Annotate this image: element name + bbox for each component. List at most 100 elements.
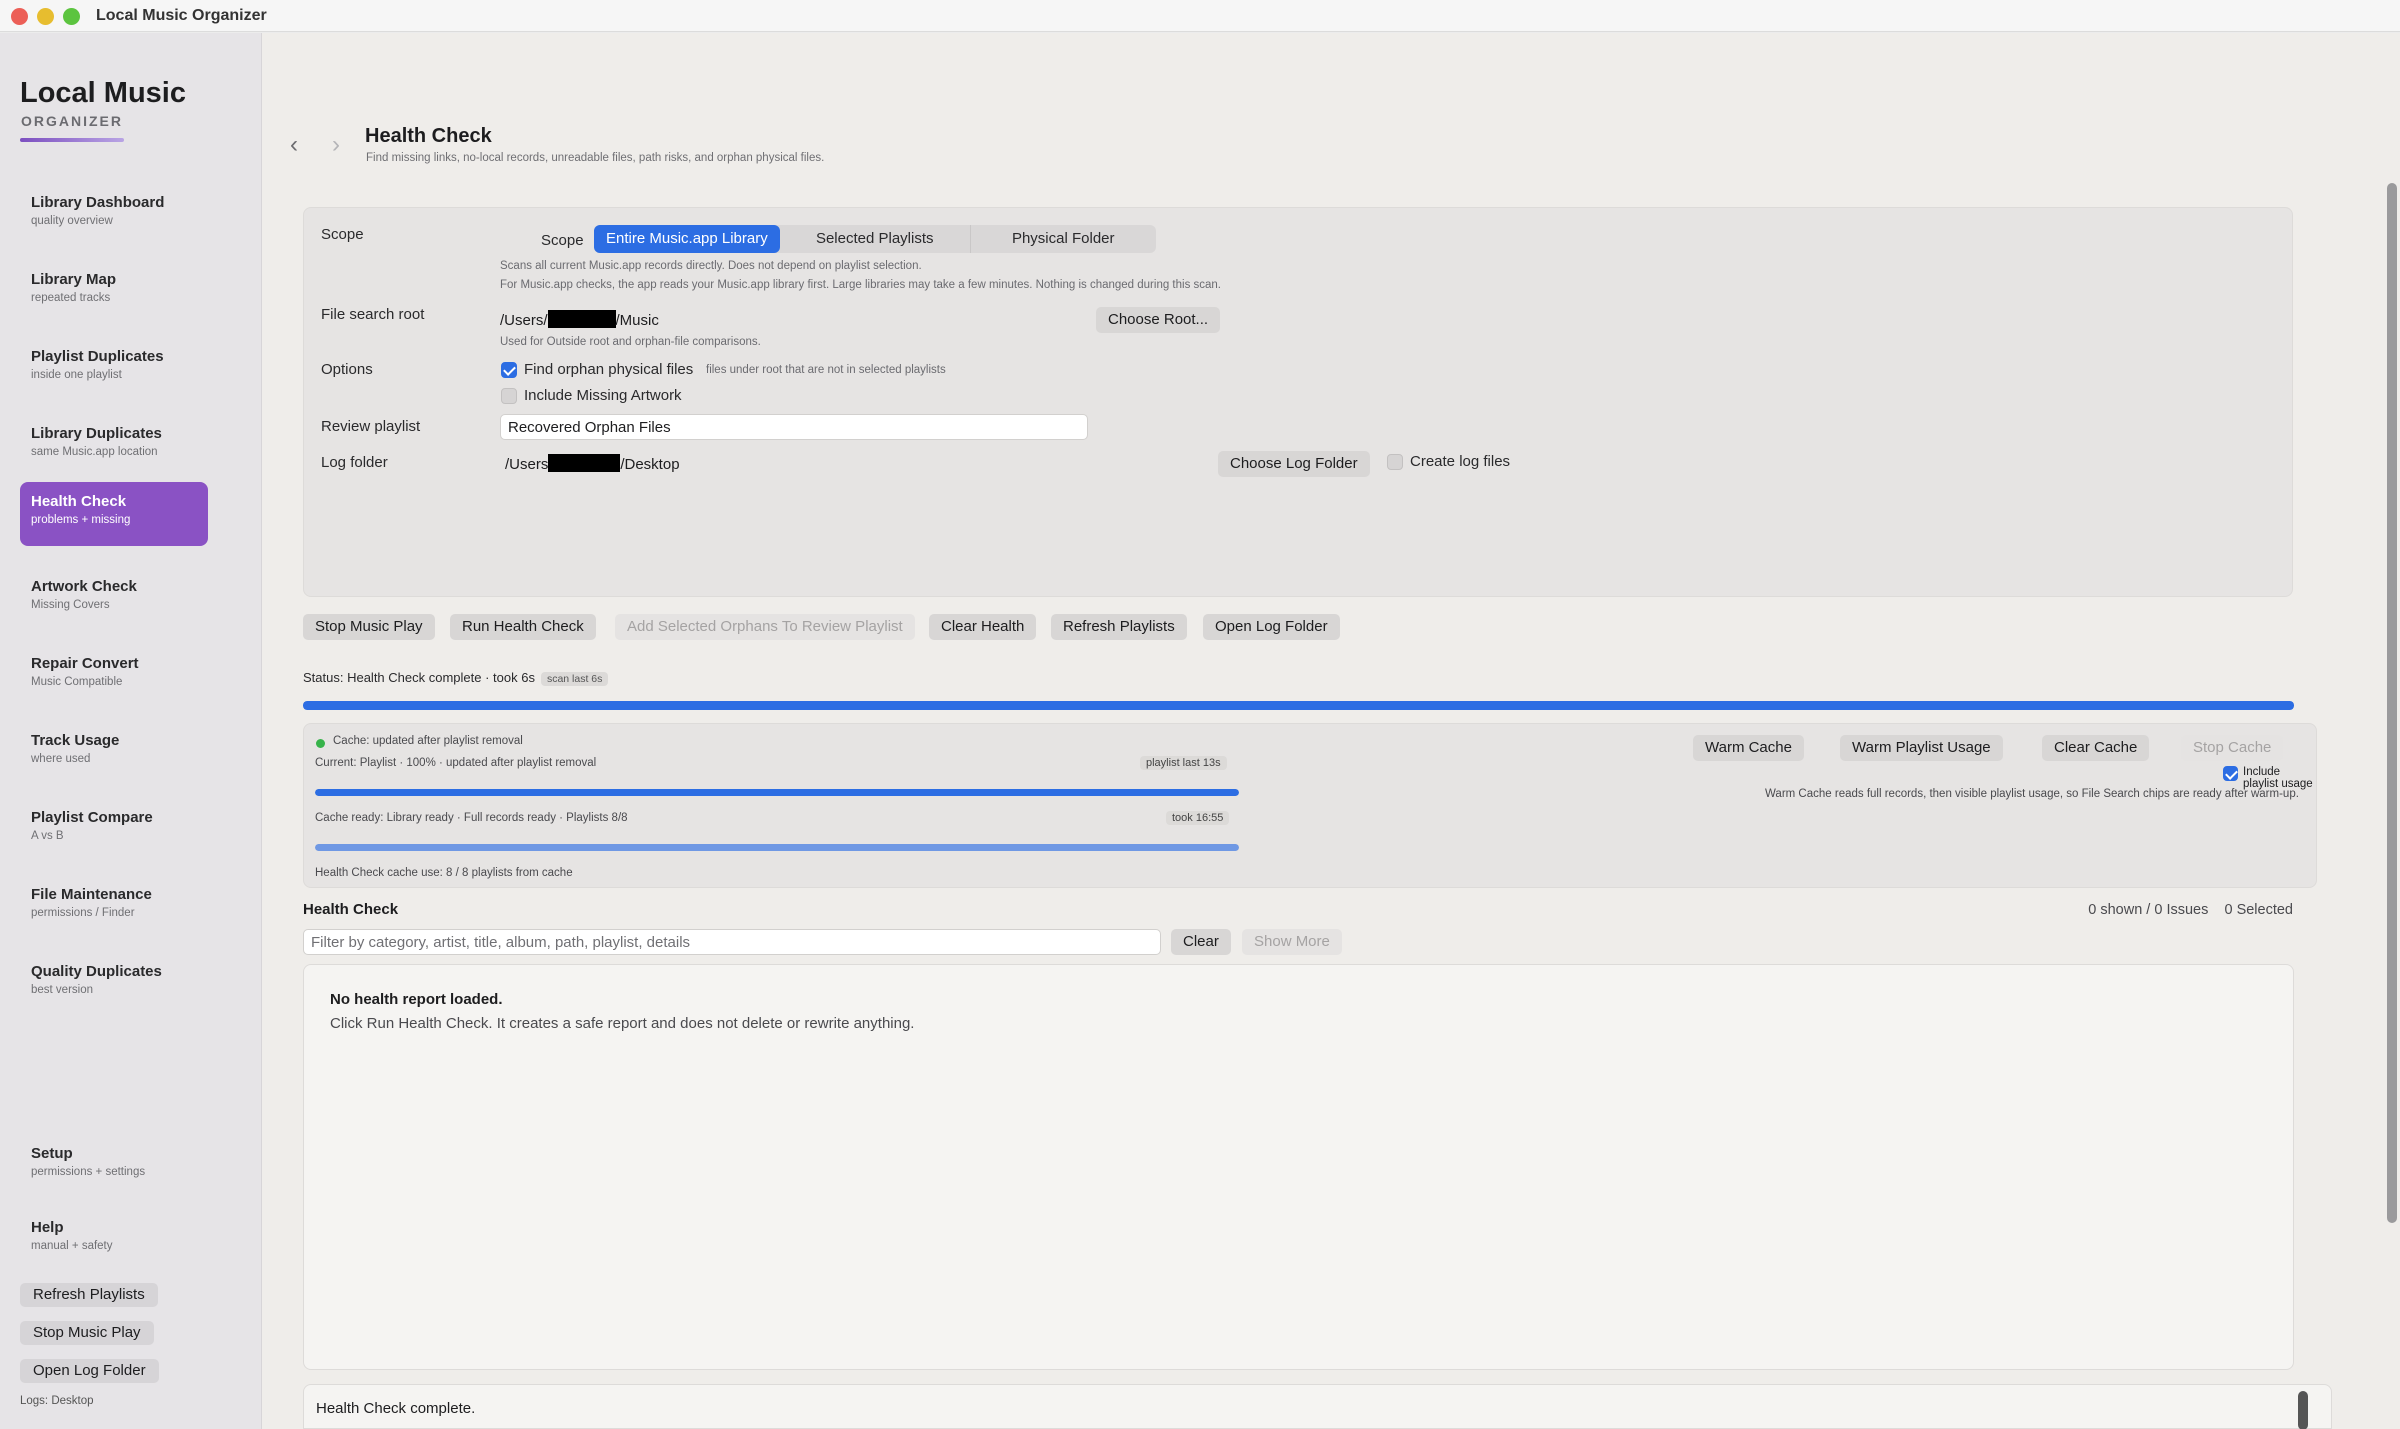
sidebar-item-label: Library Duplicates	[31, 425, 162, 442]
zoom-window-button[interactable]	[63, 8, 80, 25]
results-filter-input[interactable]	[303, 929, 1161, 955]
create-log-files-checkbox[interactable]	[1387, 454, 1403, 470]
sidebar-item-label: Playlist Duplicates	[31, 348, 164, 365]
find-orphans-checkbox[interactable]	[501, 362, 517, 378]
sidebar-item-subtitle: problems + missing	[31, 514, 131, 526]
choose-log-folder-button[interactable]: Choose Log Folder	[1218, 451, 1370, 477]
cache-status-dot	[316, 739, 325, 748]
sidebar-item-quality-duplicates[interactable]: Quality Duplicates best version	[20, 952, 208, 1016]
stop-music-play-button[interactable]: Stop Music Play	[303, 614, 435, 640]
results-counts: 0 shown / 0 Issues 0 Selected	[2088, 902, 2293, 918]
run-health-check-button[interactable]: Run Health Check	[450, 614, 596, 640]
warm-cache-button[interactable]: Warm Cache	[1693, 735, 1804, 761]
title-bar: Local Music Organizer	[0, 0, 2400, 32]
sidebar-item-playlist-compare[interactable]: Playlist Compare A vs B	[20, 798, 208, 862]
scope-help-line-2: For Music.app checks, the app reads your…	[500, 279, 1222, 291]
page-title: Health Check	[365, 125, 492, 147]
scope-help-line-1: Scans all current Music.app records dire…	[500, 260, 922, 272]
cache-ready-progress-fill	[315, 844, 1239, 851]
sidebar-item-subtitle: inside one playlist	[31, 369, 122, 381]
sidebar-item-subtitle: where used	[31, 753, 91, 765]
log-output-area[interactable]: Health Check complete.	[303, 1384, 2332, 1429]
sidebar-item-subtitle: best version	[31, 984, 94, 996]
sidebar: Local Music ORGANIZER Library Dashboard …	[0, 33, 262, 1429]
sidebar-item-label: Setup	[31, 1145, 73, 1162]
warm-cache-note: Warm Cache reads full records, then visi…	[1765, 788, 2299, 800]
cache-ready-progress-bar	[315, 844, 1239, 851]
add-orphans-to-review-button[interactable]: Add Selected Orphans To Review Playlist	[615, 614, 915, 640]
cache-panel: Cache: updated after playlist removal Cu…	[303, 723, 2317, 888]
logs-location-note: Logs: Desktop	[20, 1395, 94, 1407]
review-playlist-label: Review playlist	[321, 418, 421, 435]
clear-health-button[interactable]: Clear Health	[929, 614, 1037, 640]
include-playlist-usage-checkbox[interactable]	[2223, 766, 2238, 781]
health-check-progress-fill	[303, 701, 2294, 710]
sidebar-item-label: Help	[31, 1219, 64, 1236]
sidebar-refresh-playlists-button[interactable]: Refresh Playlists	[20, 1283, 158, 1307]
sidebar-item-label: Repair Convert	[31, 655, 139, 672]
cache-usage-text: Health Check cache use: 8 / 8 playlists …	[315, 867, 573, 879]
include-missing-artwork-label: Include Missing Artwork	[524, 387, 682, 404]
scope-option-physical-folder[interactable]: Physical Folder	[969, 225, 1156, 253]
sidebar-item-label: Playlist Compare	[31, 809, 153, 826]
sidebar-item-file-maintenance[interactable]: File Maintenance permissions / Finder	[20, 875, 208, 939]
root-help-text: Used for Outside root and orphan-file co…	[500, 336, 761, 348]
refresh-playlists-button[interactable]: Refresh Playlists	[1051, 614, 1187, 640]
log-path-suffix: /Desktop	[620, 456, 680, 473]
redacted-username	[548, 454, 621, 472]
sidebar-item-subtitle: A vs B	[31, 830, 64, 842]
show-more-button[interactable]: Show More	[1242, 929, 1342, 955]
log-scrollbar[interactable]	[2298, 1391, 2308, 1429]
empty-state-body: Click Run Health Check. It creates a saf…	[330, 1015, 915, 1032]
clear-cache-button[interactable]: Clear Cache	[2042, 735, 2150, 761]
sidebar-item-help[interactable]: Help manual + safety	[20, 1208, 208, 1272]
sidebar-item-subtitle: same Music.app location	[31, 446, 158, 458]
sidebar-item-subtitle: permissions / Finder	[31, 907, 135, 919]
create-log-files-label: Create log files	[1410, 453, 1511, 470]
warm-playlist-usage-button[interactable]: Warm Playlist Usage	[1840, 735, 2003, 761]
open-log-folder-button[interactable]: Open Log Folder	[1203, 614, 1340, 640]
sidebar-item-health-check[interactable]: Health Check problems + missing	[20, 482, 208, 546]
page-subtitle: Find missing links, no-local records, un…	[366, 152, 825, 164]
status-text: Status: Health Check complete · took 6s	[303, 670, 535, 685]
include-missing-artwork-checkbox[interactable]	[501, 388, 517, 404]
sidebar-item-subtitle: manual + safety	[31, 1240, 113, 1252]
sidebar-item-artwork-check[interactable]: Artwork Check Missing Covers	[20, 567, 208, 631]
sidebar-item-library-duplicates[interactable]: Library Duplicates same Music.app locati…	[20, 414, 208, 478]
minimize-window-button[interactable]	[37, 8, 54, 25]
back-chevron-icon[interactable]: ‹	[290, 131, 298, 159]
forward-chevron-icon[interactable]: ›	[332, 131, 340, 159]
sidebar-item-subtitle: Missing Covers	[31, 599, 110, 611]
sidebar-item-label: Library Map	[31, 271, 117, 288]
cache-ready-text: Cache ready: Library ready · Full record…	[315, 812, 628, 824]
clear-filter-button[interactable]: Clear	[1171, 929, 1231, 955]
sidebar-item-track-usage[interactable]: Track Usage where used	[20, 721, 208, 785]
sidebar-item-label: Library Dashboard	[31, 194, 165, 211]
health-check-progress-bar	[303, 701, 2294, 710]
scope-option-entire-library[interactable]: Entire Music.app Library	[594, 225, 780, 253]
sidebar-item-repair-convert[interactable]: Repair Convert Music Compatible	[20, 644, 208, 708]
close-window-button[interactable]	[11, 8, 28, 25]
main-content: ‹ › Health Check Find missing links, no-…	[262, 33, 2400, 1429]
log-path-prefix: /Users	[505, 456, 549, 473]
review-playlist-input[interactable]	[500, 414, 1088, 440]
health-results-area: No health report loaded. Click Run Healt…	[303, 964, 2294, 1370]
options-label: Options	[321, 361, 373, 378]
cache-ready-badge: took 16:55	[1166, 811, 1230, 825]
root-path-prefix: /Users/	[500, 312, 548, 329]
sidebar-open-log-folder-button[interactable]: Open Log Folder	[20, 1359, 159, 1383]
sidebar-item-library-dashboard[interactable]: Library Dashboard quality overview	[20, 183, 208, 247]
sidebar-item-playlist-duplicates[interactable]: Playlist Duplicates inside one playlist	[20, 337, 208, 401]
sidebar-item-setup[interactable]: Setup permissions + settings	[20, 1134, 208, 1198]
file-search-root-label: File search root	[321, 306, 425, 323]
cache-state-text: Cache: updated after playlist removal	[333, 735, 523, 747]
scope-option-selected-playlists[interactable]: Selected Playlists	[780, 225, 970, 253]
sidebar-stop-music-button[interactable]: Stop Music Play	[20, 1321, 154, 1345]
cache-current-progress-bar	[315, 789, 1239, 796]
empty-state-title: No health report loaded.	[330, 991, 503, 1008]
sidebar-item-library-map[interactable]: Library Map repeated tracks	[20, 260, 208, 324]
choose-root-button[interactable]: Choose Root...	[1096, 307, 1221, 333]
main-scrollbar[interactable]	[2387, 183, 2397, 1223]
sidebar-item-label: Track Usage	[31, 732, 120, 749]
stop-cache-button[interactable]: Stop Cache	[2181, 735, 2284, 761]
